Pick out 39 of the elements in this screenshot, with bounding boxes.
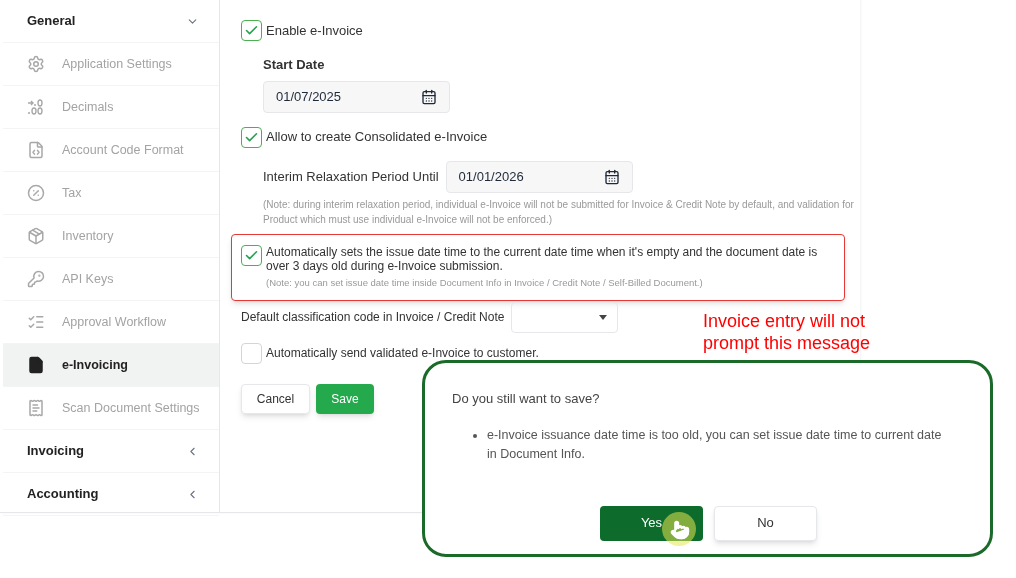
bullet-icon (473, 433, 477, 438)
dialog-message: e-Invoice issuance date time is too old, you can set issue date time to current date in Document Info. (487, 426, 943, 463)
checkbox-label: Allow to create Consolidated e-Invoice (266, 128, 488, 147)
date-field[interactable]: 01/07/2025 (263, 80, 450, 113)
checklist-icon (27, 313, 45, 331)
no-button[interactable]: No (714, 505, 817, 541)
sidebar-group[interactable]: Accounting (3, 473, 219, 516)
caret-icon (599, 314, 608, 320)
checkbox[interactable] (241, 20, 262, 41)
sidebar-group[interactable]: General (3, 0, 219, 43)
field-label: Default classification code in Invoice / Credit Note (241, 309, 505, 327)
code-file-icon (27, 141, 45, 159)
checkbox[interactable] (241, 342, 262, 364)
key-icon (27, 270, 45, 288)
receipt-icon (27, 399, 45, 417)
field-label: Interim Relaxation Period Until (263, 167, 439, 186)
percent-icon (27, 184, 45, 202)
gear-icon (27, 55, 45, 73)
sidebar-group[interactable]: Invoicing (3, 430, 219, 473)
checkbox[interactable] (241, 126, 262, 148)
annotation-text: Invoice entry will not prompt this message (703, 310, 872, 354)
box-icon (27, 227, 45, 245)
checkbox-label: Enable e-Invoice (266, 21, 363, 40)
calendar-icon (421, 88, 437, 105)
calendar-icon (603, 168, 620, 185)
hand-cursor-icon (670, 520, 690, 540)
yes-button[interactable]: Yes (600, 505, 703, 541)
sidebar-item[interactable]: e-Invoicing (3, 344, 219, 387)
file-icon (27, 356, 45, 374)
note-text: (Note: during interim relaxation period, individual e-Invoice will not be submitted for Invoice & Credit Note by default, and validation for Product which must use individual e-Invoice will not be enforced.) (262, 197, 855, 227)
dialog-title: Do you still want to save? (452, 390, 601, 408)
checkbox-label: Automatically send validated e-Invoice to customer. (266, 345, 539, 363)
checkbox[interactable] (241, 244, 262, 266)
date-field[interactable]: 01/01/2026 (445, 160, 633, 193)
note-text: (Note: you can set issue date time inside Document Info in Invoice / Credit Note / Self-Billed Document.) (265, 275, 704, 290)
field-label: Start Date (263, 56, 326, 74)
cancel-button[interactable]: Cancel (241, 383, 310, 414)
checkbox-label: Automatically sets the issue date time to the current date time when it's empty and the document date is over 3 days old during e-Invoice submission. (266, 244, 819, 273)
decimal-icon (27, 98, 45, 116)
